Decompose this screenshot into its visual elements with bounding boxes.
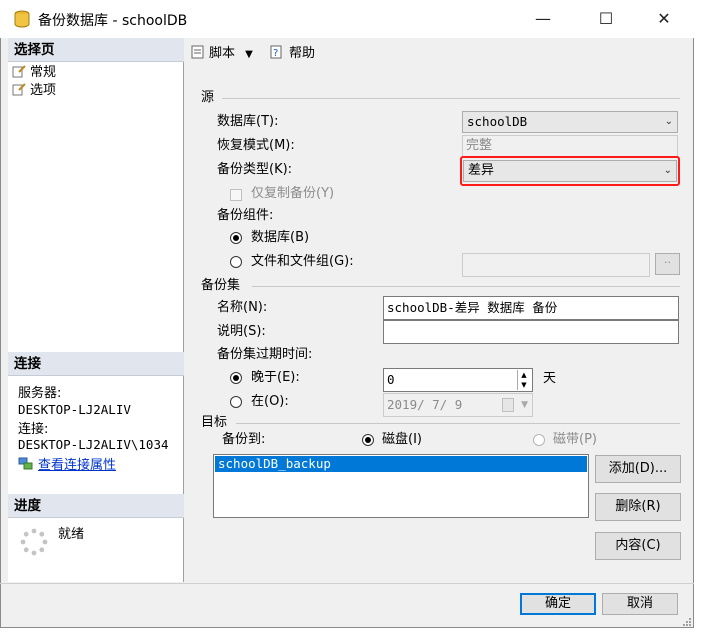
progress-status: 就绪 <box>58 527 85 542</box>
progress-spinner-icon <box>20 528 48 556</box>
ok-button[interactable]: 确定 <box>520 593 596 615</box>
expire-label: 备份集过期时间: <box>217 347 313 362</box>
title-bar[interactable]: 备份数据库 - schoolDB — ☐ ✕ <box>0 0 694 38</box>
database-label: 数据库(T): <box>217 114 279 129</box>
backup-type-label: 备份类型(K): <box>217 162 293 177</box>
script-icon <box>191 45 204 59</box>
files-browse-button[interactable]: ·· <box>655 253 680 275</box>
script-dropdown-arrow-icon[interactable]: ▼ <box>245 49 253 60</box>
radio-selected <box>362 434 374 446</box>
backup-name-label: 名称(N): <box>217 300 268 315</box>
help-label: 帮助 <box>289 46 316 61</box>
database-select-value: schoolDB <box>467 114 528 129</box>
cancel-button[interactable]: 取消 <box>602 593 678 615</box>
view-connection-properties-label: 查看连接属性 <box>38 458 117 473</box>
page-item-general[interactable]: 常规 <box>12 64 56 82</box>
expire-on-label: 在(O): <box>251 394 289 409</box>
contents-button[interactable]: 内容(C) <box>595 532 681 560</box>
chevron-down-icon: ⌄ <box>663 165 672 176</box>
chevron-down-icon: ⌄ <box>664 116 673 127</box>
radio-selected <box>230 372 242 384</box>
component-database-radio[interactable] <box>230 232 242 247</box>
page-wrench-icon <box>12 83 26 96</box>
files-filegroups-field <box>462 253 650 277</box>
connection-properties-icon <box>18 457 33 470</box>
expire-after-label: 晚于(E): <box>251 370 300 385</box>
minimize-button[interactable]: — <box>520 0 566 38</box>
copy-only-checkbox[interactable] <box>230 189 242 201</box>
calendar-icon <box>502 398 514 412</box>
disk-radio[interactable] <box>362 434 374 449</box>
destination-group-divider <box>236 423 680 424</box>
component-files-radio[interactable] <box>230 256 242 271</box>
page-item-label: 常规 <box>30 65 57 80</box>
expire-date-value: 2019/ 7/ 9 <box>387 397 463 412</box>
component-files-label: 文件和文件组(G): <box>251 254 354 269</box>
connection-header: 连接 <box>8 352 184 376</box>
script-button[interactable]: 脚本 ▼ <box>190 44 253 64</box>
radio-unselected <box>230 256 242 268</box>
page-wrench-icon <box>12 65 26 78</box>
backup-component-label: 备份组件: <box>217 208 274 223</box>
toolbar: 脚本 ▼ ? 帮助 <box>186 40 692 70</box>
maximize-button[interactable]: ☐ <box>583 0 629 38</box>
footer-divider <box>0 583 694 584</box>
view-connection-properties-link[interactable]: 查看连接属性 <box>18 456 116 476</box>
svg-text:?: ? <box>273 48 278 59</box>
expire-on-radio[interactable] <box>230 396 242 411</box>
expire-date-picker: 2019/ 7/ 9 ▼ <box>383 393 533 417</box>
help-icon: ? <box>270 45 282 59</box>
resize-grip-icon[interactable] <box>682 616 692 626</box>
connection-value: DESKTOP-LJ2ALIV\1034 <box>18 437 169 452</box>
recovery-model-label: 恢复模式(M): <box>217 138 295 153</box>
backup-set-group-divider <box>252 286 680 287</box>
source-group-divider <box>222 98 680 99</box>
expire-after-radio[interactable] <box>230 372 242 387</box>
window-title: 备份数据库 - schoolDB <box>38 13 188 29</box>
backup-type-select[interactable]: 差异 ⌄ <box>463 160 677 182</box>
database-icon <box>14 10 30 28</box>
copy-only-label: 仅复制备份(Y) <box>251 186 335 201</box>
description-input[interactable] <box>383 320 679 344</box>
close-button[interactable]: ✕ <box>641 0 687 38</box>
tape-label: 磁带(P) <box>553 432 597 447</box>
left-pane: 选择页 常规 选项 连接 服务器: DESKTOP-LJ2ALIV 连接: DE… <box>8 38 184 582</box>
backup-name-value: schoolDB-差异 数据库 备份 <box>387 300 558 315</box>
server-value: DESKTOP-LJ2ALIV <box>18 402 131 417</box>
script-label: 脚本 <box>209 46 236 61</box>
help-button[interactable]: ? 帮助 <box>270 44 315 64</box>
tape-radio[interactable] <box>533 434 545 449</box>
database-select[interactable]: schoolDB ⌄ <box>462 111 678 133</box>
page-item-options[interactable]: 选项 <box>12 82 56 100</box>
radio-unselected <box>230 396 242 408</box>
add-button[interactable]: 添加(D)... <box>595 455 681 483</box>
component-database-label: 数据库(B) <box>251 230 310 245</box>
description-label: 说明(S): <box>217 324 266 339</box>
backup-set-group-label: 备份集 <box>201 278 241 293</box>
disk-label: 磁盘(I) <box>382 432 422 447</box>
list-item[interactable]: schoolDB_backup <box>215 456 587 472</box>
stepper-arrows-icon[interactable]: ▲ ▼ <box>517 370 530 390</box>
source-group-label: 源 <box>201 90 215 105</box>
page-item-label: 选项 <box>30 83 57 98</box>
backup-to-label: 备份到: <box>222 432 266 447</box>
destination-list[interactable]: schoolDB_backup <box>213 454 589 518</box>
select-page-header: 选择页 <box>8 38 184 62</box>
radio-selected <box>230 232 242 244</box>
expire-days-value: 0 <box>387 372 395 387</box>
chevron-down-icon: ▼ <box>521 400 528 410</box>
radio-disabled <box>533 434 545 446</box>
backup-type-select-value: 差异 <box>468 163 495 178</box>
recovery-model-field: 完整 <box>462 135 678 157</box>
backup-name-input[interactable]: schoolDB-差异 数据库 备份 <box>383 296 679 320</box>
expire-days-unit: 天 <box>543 371 557 386</box>
remove-button[interactable]: 删除(R) <box>595 493 681 521</box>
expire-days-stepper[interactable]: 0 ▲ ▼ <box>383 368 533 392</box>
progress-header: 进度 <box>8 494 184 518</box>
